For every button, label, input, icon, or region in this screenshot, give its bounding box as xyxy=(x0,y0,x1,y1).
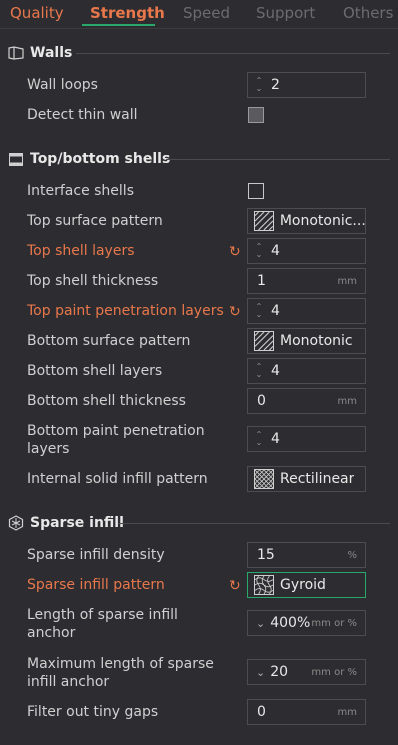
input-value: 0 xyxy=(257,393,266,409)
sparse-infill-pattern-select[interactable]: Gyroid xyxy=(247,572,366,598)
reset-icon[interactable]: ↻ xyxy=(229,579,241,593)
top-shell-thickness-input[interactable]: 1 mm xyxy=(247,268,366,294)
unit-label: mm or % xyxy=(311,617,357,629)
stepper-value: 2 xyxy=(271,77,280,93)
section-sparse-infill-header: Sparse infill xyxy=(8,513,124,533)
combo-value: 400% xyxy=(270,615,311,631)
tab-strength[interactable]: Strength xyxy=(90,4,165,22)
stepper-value: 4 xyxy=(271,431,280,447)
bottom-shell-thickness-input[interactable]: 0 mm xyxy=(247,388,366,414)
anchor-length-label-line2: anchor xyxy=(27,625,76,641)
input-value: 15 xyxy=(257,547,275,563)
settings-tab-bar: Quality Strength Speed Support Others xyxy=(0,0,398,29)
stepper-arrows[interactable]: ⌃ ⌄ xyxy=(252,431,266,447)
bottom-shell-layers-stepper[interactable]: ⌃ ⌄ 4 xyxy=(247,358,366,384)
section-top-bottom-header: Top/bottom shells xyxy=(8,149,170,169)
tab-quality[interactable]: Quality xyxy=(10,4,64,22)
chevron-down-icon[interactable]: ⌄ xyxy=(256,85,263,93)
select-value: Rectilinear xyxy=(280,471,355,487)
stepper-value: 4 xyxy=(271,363,280,379)
walls-icon xyxy=(8,45,24,61)
sparse-infill-pattern-label: Sparse infill pattern xyxy=(27,577,165,593)
chevron-down-icon[interactable]: ⌄ xyxy=(256,617,265,630)
stepper-arrows[interactable]: ⌃ ⌄ xyxy=(252,243,266,259)
anchor-max-combo[interactable]: ⌄ 20 mm or % xyxy=(247,659,366,685)
stepper-value: 4 xyxy=(271,243,280,259)
bottom-paint-penetration-label-line1: Bottom paint penetration xyxy=(27,423,205,439)
select-value: Monotonic xyxy=(280,333,353,349)
unit-label: mm or % xyxy=(311,666,357,678)
anchor-length-combo[interactable]: ⌄ 400% mm or % xyxy=(247,610,366,636)
chevron-down-icon[interactable]: ⌄ xyxy=(256,666,265,679)
active-tab-indicator xyxy=(82,24,155,26)
unit-label: mm xyxy=(337,275,357,287)
top-shell-layers-label: Top shell layers xyxy=(27,243,135,259)
unit-label: mm xyxy=(337,706,357,718)
tab-support[interactable]: Support xyxy=(256,4,315,22)
sparse-infill-density-input[interactable]: 15 % xyxy=(247,542,366,568)
input-value: 0 xyxy=(257,704,266,720)
shells-icon xyxy=(8,151,24,167)
bottom-shell-layers-label: Bottom shell layers xyxy=(27,363,163,379)
detect-thin-wall-label: Detect thin wall xyxy=(27,107,138,123)
bottom-shell-thickness-label: Bottom shell thickness xyxy=(27,393,186,409)
top-paint-penetration-stepper[interactable]: ⌃ ⌄ 4 xyxy=(247,298,366,324)
section-divider xyxy=(166,159,390,160)
select-value: Monotonic... xyxy=(279,213,365,229)
section-title: Top/bottom shells xyxy=(30,151,171,167)
anchor-max-label-line2: infill anchor xyxy=(27,674,110,690)
gyroid-pattern-icon xyxy=(254,575,274,595)
internal-solid-infill-label: Internal solid infill pattern xyxy=(27,471,208,487)
top-surface-pattern-select[interactable]: Monotonic... xyxy=(247,208,366,234)
stepper-arrows[interactable]: ⌃ ⌄ xyxy=(252,303,266,319)
combo-value: 20 xyxy=(270,664,289,680)
top-shell-layers-stepper[interactable]: ⌃ ⌄ 4 xyxy=(247,238,366,264)
rectilinear-pattern-icon xyxy=(254,469,274,489)
infill-icon xyxy=(8,515,24,531)
section-title: Sparse infill xyxy=(30,515,124,531)
bottom-surface-pattern-select[interactable]: Monotonic xyxy=(247,328,366,354)
stepper-arrows[interactable]: ⌃ ⌄ xyxy=(252,363,266,379)
interface-shells-checkbox[interactable] xyxy=(248,183,264,199)
tab-others[interactable]: Others xyxy=(343,4,393,22)
bottom-paint-penetration-stepper[interactable]: ⌃ ⌄ 4 xyxy=(247,426,366,452)
wall-loops-stepper[interactable]: ⌃ ⌄ 2 xyxy=(247,72,366,98)
top-surface-pattern-label: Top surface pattern xyxy=(27,213,163,229)
anchor-length-label-line1: Length of sparse infill xyxy=(27,607,178,623)
input-value: 1 xyxy=(257,273,266,289)
chevron-down-icon[interactable]: ⌄ xyxy=(256,251,263,259)
filter-gaps-label: Filter out tiny gaps xyxy=(27,704,159,720)
internal-solid-infill-select[interactable]: Rectilinear xyxy=(247,466,366,492)
reset-icon[interactable]: ↻ xyxy=(229,245,241,259)
wall-loops-label: Wall loops xyxy=(27,77,98,93)
anchor-max-label-line1: Maximum length of sparse xyxy=(27,656,214,672)
select-value: Gyroid xyxy=(280,577,326,593)
bottom-paint-penetration-label-line2: layers xyxy=(27,441,70,457)
top-paint-penetration-label: Top paint penetration layers xyxy=(27,303,224,319)
filter-gaps-input[interactable]: 0 mm xyxy=(247,699,366,725)
section-divider xyxy=(76,53,390,54)
unit-label: mm xyxy=(337,395,357,407)
unit-label: % xyxy=(347,549,357,561)
stepper-value: 4 xyxy=(271,303,280,319)
monotonic-pattern-icon xyxy=(254,211,274,231)
monotonic-pattern-icon xyxy=(254,331,274,351)
bottom-surface-pattern-label: Bottom surface pattern xyxy=(27,333,191,349)
detect-thin-wall-checkbox[interactable] xyxy=(248,107,264,123)
section-walls-header: Walls xyxy=(8,43,72,63)
sparse-infill-density-label: Sparse infill density xyxy=(27,547,165,563)
chevron-down-icon[interactable]: ⌄ xyxy=(256,311,263,319)
section-divider xyxy=(118,523,390,524)
top-shell-thickness-label: Top shell thickness xyxy=(27,273,159,289)
tab-speed[interactable]: Speed xyxy=(183,4,230,22)
chevron-down-icon[interactable]: ⌄ xyxy=(256,439,263,447)
chevron-down-icon[interactable]: ⌄ xyxy=(256,371,263,379)
interface-shells-label: Interface shells xyxy=(27,183,134,199)
reset-icon[interactable]: ↻ xyxy=(229,305,241,319)
section-title: Walls xyxy=(30,45,73,61)
stepper-arrows[interactable]: ⌃ ⌄ xyxy=(252,77,266,93)
